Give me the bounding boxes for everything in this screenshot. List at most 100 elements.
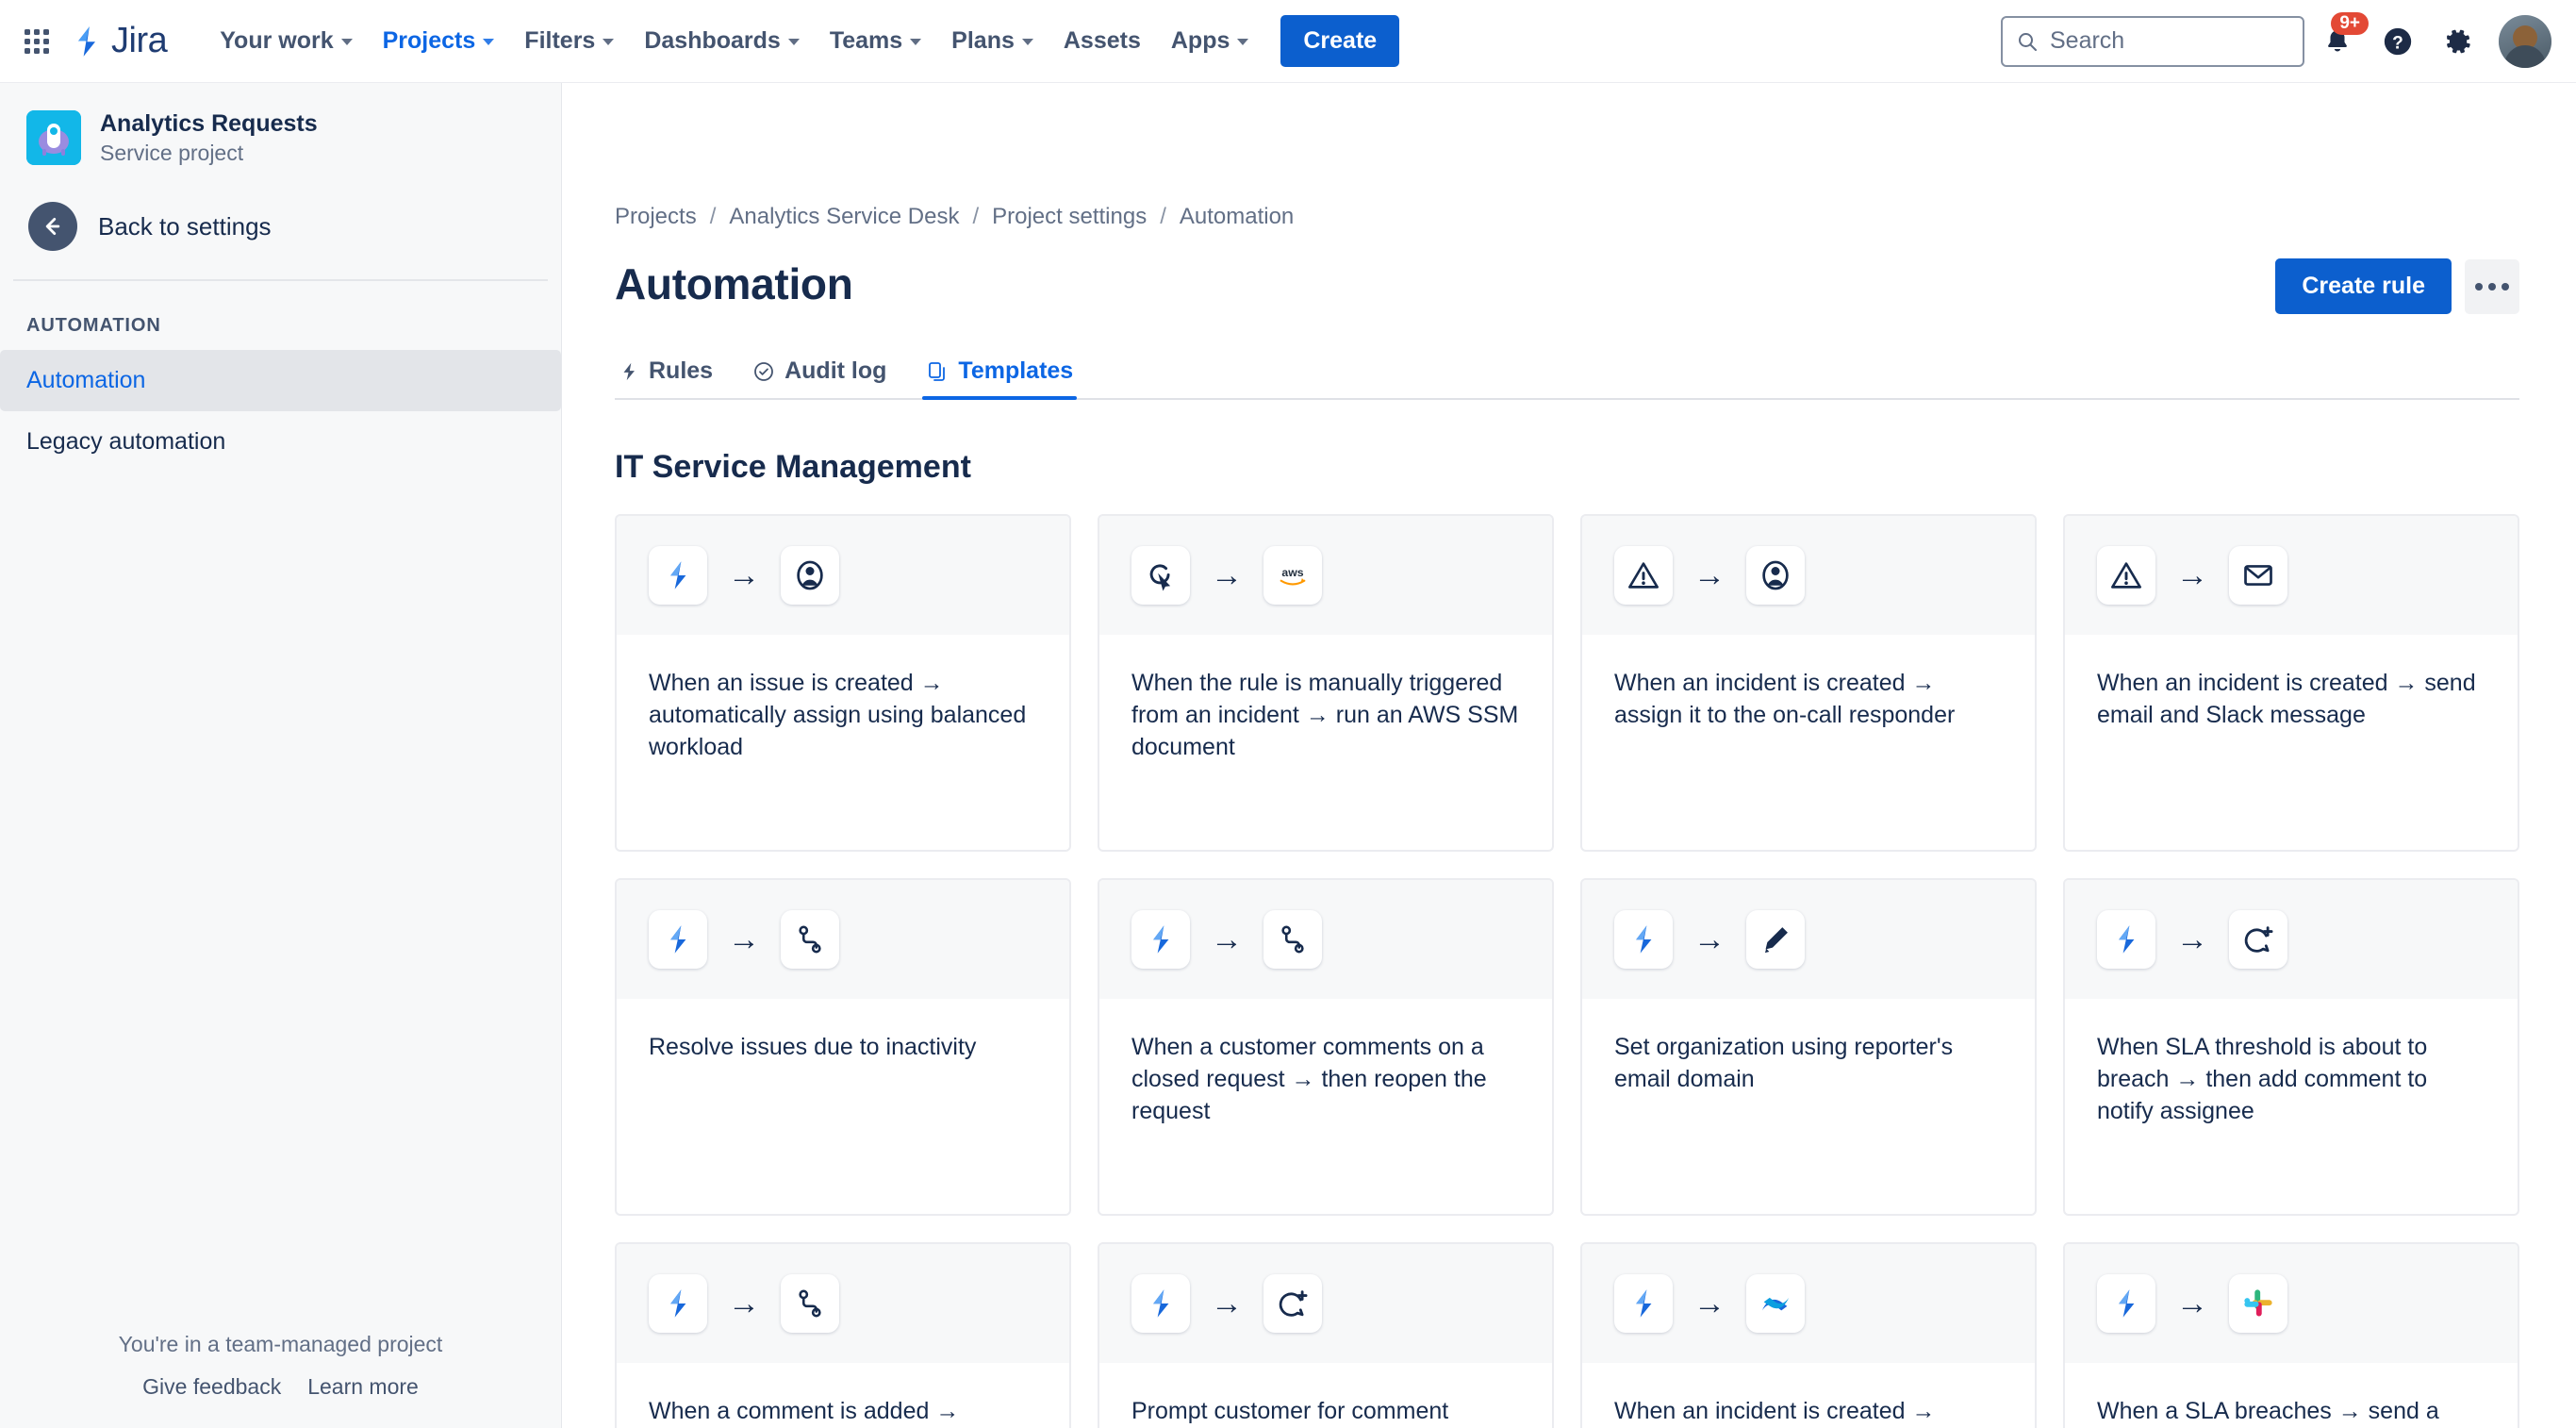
page-title-row: Automation Create rule [615, 258, 2519, 314]
sidebar-item-legacy-automation[interactable]: Legacy automation [0, 411, 561, 473]
template-card[interactable]: → When an issue is created → automaticall… [615, 514, 1071, 852]
settings-button[interactable] [2431, 14, 2485, 69]
lightning-bolt-icon [623, 362, 635, 380]
jira-bolt-icon [2109, 1287, 2143, 1320]
person-circle-icon [1759, 558, 1792, 592]
nav-item-plans[interactable]: Plans [936, 16, 1049, 66]
icon-tile [649, 910, 707, 969]
aws-logo-icon [1276, 558, 1310, 592]
tab-audit-log[interactable]: Audit log [749, 350, 890, 400]
icon-tile [1263, 910, 1322, 969]
breadcrumb-analytics-service-desk[interactable]: Analytics Service Desk [729, 204, 959, 230]
warning-triangle-icon [1627, 558, 1660, 592]
page-shell: Analytics Requests Service project Back … [0, 83, 2576, 1428]
search-icon [2019, 32, 2037, 51]
template-card-icons: → [1582, 880, 2035, 999]
nav-item-dashboards[interactable]: Dashboards [629, 16, 814, 66]
template-card[interactable]: → Prompt customer for comment [1098, 1242, 1554, 1428]
chevron-down-icon [910, 39, 922, 45]
jira-logo[interactable]: Jira [70, 21, 168, 61]
jira-bolt-icon [1144, 1287, 1178, 1320]
nav-label: Plans [951, 27, 1015, 54]
search-input[interactable]: Search [2001, 15, 2304, 67]
arrow-right-icon: → [2176, 922, 2208, 957]
template-card[interactable]: → When an incident is created → send emai… [2063, 514, 2519, 852]
nav-item-filters[interactable]: Filters [509, 16, 629, 66]
arrow-right-icon: → [1693, 557, 1726, 593]
breadcrumb-project-settings[interactable]: Project settings [992, 204, 1147, 230]
icon-tile [1746, 546, 1805, 605]
app-switcher-icon[interactable] [21, 25, 53, 58]
nav-label: Apps [1170, 27, 1230, 54]
breadcrumb-automation[interactable]: Automation [1180, 204, 1294, 230]
icon-tile [1614, 910, 1673, 969]
arrow-right-icon: → [2176, 557, 2208, 593]
icon-tile [1263, 546, 1322, 605]
check-circle-icon [754, 361, 773, 381]
tab-label: Rules [649, 357, 714, 384]
settings-gear-icon [2447, 29, 2470, 53]
template-card[interactable]: → Set organization using reporter's email… [1580, 878, 2037, 1216]
warning-triangle-icon [2109, 558, 2143, 592]
tab-templates[interactable]: Templates [922, 350, 1078, 400]
user-avatar[interactable] [2499, 14, 2551, 68]
nav-right-cluster: Search 9+ ? [2001, 11, 2551, 69]
notifications-button[interactable]: 9+ [2310, 11, 2369, 69]
transition-path-icon [793, 1287, 827, 1320]
template-card-text: When a customer comments on a closed req… [1131, 1034, 1487, 1124]
tab-rules[interactable]: Rules [615, 350, 717, 400]
create-rule-button[interactable]: Create rule [2275, 258, 2452, 314]
jira-bolt-icon [2109, 922, 2143, 956]
main-content: Projects / Analytics Service Desk / Proj… [562, 83, 2576, 1428]
template-card-icons: → [2065, 1244, 2518, 1363]
nav-item-assets[interactable]: Assets [1049, 16, 1156, 66]
create-button[interactable]: Create [1280, 15, 1400, 67]
template-card[interactable]: → When an incident is created → assign it… [1580, 514, 2037, 852]
copy-pages-icon [929, 361, 946, 381]
back-to-settings-link[interactable]: Back to settings [0, 175, 561, 279]
help-button[interactable]: ? [2370, 14, 2425, 69]
icon-tile [1131, 910, 1190, 969]
transition-path-icon [1276, 922, 1310, 956]
give-feedback-link[interactable]: Give feedback [142, 1374, 281, 1400]
template-card[interactable]: → When a SLA breaches → send a Slack noti… [2063, 1242, 2519, 1428]
template-card[interactable]: → When the rule is manually triggered fro… [1098, 514, 1554, 852]
nav-item-teams[interactable]: Teams [815, 16, 936, 66]
sidebar-item-label: Legacy automation [26, 428, 226, 456]
breadcrumb-separator: / [972, 204, 980, 229]
nav-item-your-work[interactable]: Your work [205, 16, 367, 66]
jira-bolt-icon [1627, 922, 1660, 956]
main-inner: Projects / Analytics Service Desk / Proj… [562, 83, 2576, 1428]
icon-tile [781, 910, 839, 969]
nav-item-apps[interactable]: Apps [1156, 16, 1264, 66]
learn-more-link[interactable]: Learn more [307, 1374, 419, 1400]
section-title-itsm: IT Service Management [615, 449, 971, 485]
template-card[interactable]: → When a comment is added → update the st… [615, 1242, 1071, 1428]
breadcrumb-projects[interactable]: Projects [615, 204, 697, 230]
icon-tile [781, 1274, 839, 1333]
project-header[interactable]: Analytics Requests Service project [0, 83, 561, 175]
template-card-text: When an incident is created → assign it … [1614, 670, 1956, 728]
sidebar-item-automation[interactable]: Automation [0, 350, 561, 412]
template-card-icons: → [617, 1244, 1069, 1363]
chevron-down-icon [1021, 39, 1033, 45]
back-arrow-icon [28, 202, 77, 252]
svg-text:?: ? [2392, 33, 2403, 53]
icon-tile [1614, 546, 1673, 605]
template-card[interactable]: → When a customer comments on a closed re… [1098, 878, 1554, 1216]
jira-bolt-icon [1144, 922, 1178, 956]
nav-label: Filters [524, 27, 596, 54]
arrow-right-icon: → [1211, 1286, 1243, 1321]
template-card-icons: → [1582, 1244, 2035, 1363]
search-placeholder: Search [2050, 27, 2125, 54]
nav-item-projects[interactable]: Projects [368, 16, 510, 89]
cursor-click-icon [1144, 558, 1178, 592]
icon-tile [2097, 1274, 2155, 1333]
template-card[interactable]: → Resolve issues due to inactivity [615, 878, 1071, 1216]
more-actions-button[interactable] [2465, 258, 2519, 314]
jira-bolt-icon [661, 1287, 695, 1320]
template-card[interactable]: → When SLA threshold is about to breach →… [2063, 878, 2519, 1216]
icon-tile [1614, 1274, 1673, 1333]
template-card-icons: → [2065, 516, 2518, 635]
template-card[interactable]: → When an incident is created → create a … [1580, 1242, 2037, 1428]
